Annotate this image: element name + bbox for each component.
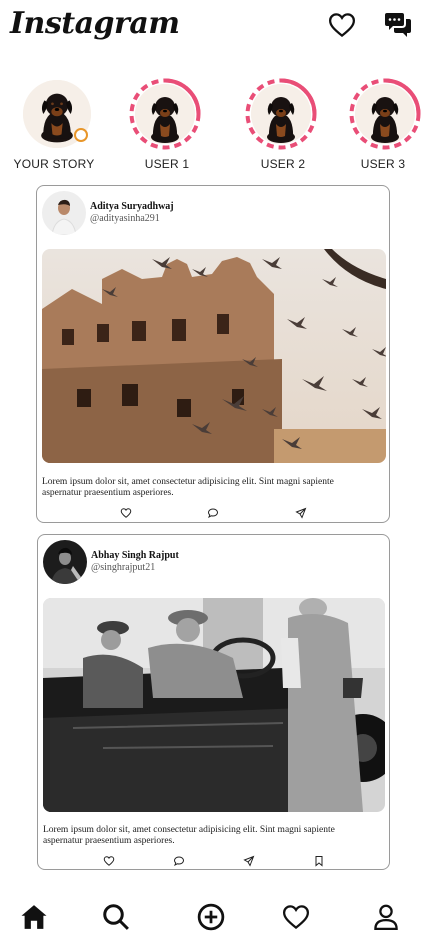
post-caption: Lorem ipsum dolor sit, amet consectetur … — [43, 825, 335, 846]
story-user-2[interactable]: USER 2 — [238, 78, 328, 178]
add-post-icon[interactable] — [196, 902, 226, 932]
post-image[interactable] — [43, 598, 385, 812]
story-your-story[interactable]: YOUR STORY — [9, 78, 99, 178]
activity-heart-icon[interactable] — [281, 902, 311, 932]
story-label: USER 1 — [144, 157, 190, 171]
post-card: Aditya Suryadhwaj @adityasinha291 Lorem … — [36, 185, 390, 523]
add-story-badge[interactable] — [74, 128, 88, 142]
search-icon[interactable] — [101, 902, 131, 932]
story-ring — [349, 78, 421, 150]
instagram-logo[interactable]: Instagram — [10, 6, 180, 41]
comment-icon[interactable] — [173, 855, 185, 867]
story-label: USER 3 — [360, 157, 406, 171]
profile-icon[interactable] — [371, 902, 401, 932]
heart-icon[interactable] — [327, 10, 357, 40]
heart-icon[interactable] — [103, 855, 115, 867]
avatar — [355, 84, 415, 144]
story-user-1[interactable]: USER 1 — [122, 78, 212, 178]
post-image[interactable] — [42, 249, 386, 463]
heart-icon[interactable] — [120, 507, 132, 519]
home-icon[interactable] — [19, 902, 49, 932]
avatar — [135, 84, 195, 144]
story-ring — [129, 78, 201, 150]
post-caption: Lorem ipsum dolor sit, amet consectetur … — [42, 477, 334, 498]
comment-icon[interactable] — [207, 507, 219, 519]
share-icon[interactable] — [243, 855, 255, 867]
story-ring — [21, 78, 93, 150]
avatar[interactable] — [42, 191, 86, 235]
bottom-nav — [0, 890, 430, 932]
post-author-name[interactable]: Aditya Suryadhwaj — [90, 201, 174, 212]
post-card: Abhay Singh Rajput @singhrajput21 Lorem … — [37, 534, 390, 870]
story-label: USER 2 — [260, 157, 306, 171]
story-label: YOUR STORY — [13, 157, 95, 171]
post-author-handle[interactable]: @singhrajput21 — [91, 562, 155, 573]
bookmark-icon[interactable] — [313, 855, 325, 867]
top-header: Instagram — [0, 0, 430, 60]
post-author-name[interactable]: Abhay Singh Rajput — [91, 550, 179, 561]
avatar[interactable] — [43, 540, 87, 584]
share-icon[interactable] — [295, 507, 307, 519]
story-ring — [245, 78, 317, 150]
avatar — [251, 84, 311, 144]
story-user-3[interactable]: USER 3 — [342, 78, 430, 178]
messenger-icon[interactable] — [383, 10, 413, 40]
post-author-handle[interactable]: @adityasinha291 — [90, 213, 160, 224]
